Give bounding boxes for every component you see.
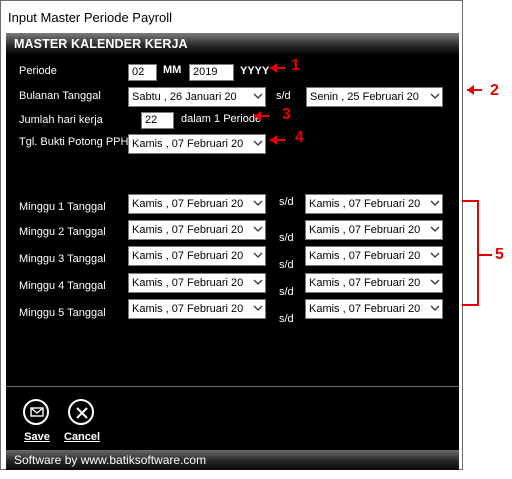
- save-label: Save: [24, 431, 50, 443]
- chevron-down-icon[interactable]: [251, 88, 265, 106]
- week1-label: Minggu 1 Tanggal: [19, 201, 106, 213]
- week1-from-datepicker[interactable]: Kamis , 07 Februari 20: [128, 194, 266, 214]
- periode-month-unit: MM: [163, 64, 182, 76]
- jumlah-input[interactable]: 22: [141, 112, 174, 129]
- annotation-arrow-1: [270, 63, 285, 73]
- annotation-4: 4: [295, 129, 304, 146]
- bulanan-sd-label: s/d: [276, 90, 291, 102]
- periode-year-input[interactable]: 2019: [189, 64, 234, 81]
- chevron-down-icon[interactable]: [251, 135, 265, 153]
- week5-from-datepicker[interactable]: Kamis , 07 Februari 20: [128, 299, 266, 319]
- chevron-down-icon[interactable]: [428, 247, 442, 265]
- annotation-5: 5: [495, 246, 504, 263]
- annotation-arrow-3: [254, 111, 269, 121]
- chevron-down-icon[interactable]: [251, 300, 265, 318]
- week2-label: Minggu 2 Tanggal: [19, 226, 106, 238]
- week2-to-datepicker[interactable]: Kamis , 07 Februari 20: [305, 220, 443, 240]
- chevron-down-icon[interactable]: [251, 274, 265, 292]
- chevron-down-icon[interactable]: [428, 274, 442, 292]
- week1-to-value: Kamis , 07 Februari 20: [309, 198, 421, 210]
- periode-month-input[interactable]: 02: [128, 64, 157, 81]
- annotation-1: 1: [291, 57, 300, 74]
- week5-to-datepicker[interactable]: Kamis , 07 Februari 20: [305, 299, 443, 319]
- week3-from-datepicker[interactable]: Kamis , 07 Februari 20: [128, 246, 266, 266]
- bulanan-from-datepicker[interactable]: Sabtu , 26 Januari 20: [128, 87, 266, 107]
- week2-to-value: Kamis , 07 Februari 20: [309, 224, 421, 236]
- week1-from-value: Kamis , 07 Februari 20: [132, 198, 244, 210]
- payroll-window: Input Master Periode Payroll MASTER KALE…: [0, 0, 463, 470]
- week4-to-datepicker[interactable]: Kamis , 07 Februari 20: [305, 273, 443, 293]
- jumlah-label: Jumlah hari kerja: [19, 114, 103, 126]
- cancel-label: Cancel: [64, 431, 101, 443]
- title-bar: Input Master Periode Payroll: [1, 1, 462, 33]
- status-text: Software by www.batiksoftware.com: [14, 453, 207, 467]
- annotation-bracket-5: [462, 200, 492, 306]
- week4-from-datepicker[interactable]: Kamis , 07 Februari 20: [128, 273, 266, 293]
- cancel-button[interactable]: Cancel: [64, 396, 100, 446]
- week3-label: Minggu 3 Tanggal: [19, 253, 106, 265]
- close-icon: [68, 399, 94, 425]
- week2-sd: s/d: [279, 232, 294, 244]
- week4-sd: s/d: [279, 286, 294, 298]
- week5-to-value: Kamis , 07 Februari 20: [309, 303, 421, 315]
- week5-sd: s/d: [279, 313, 294, 325]
- form-area: Periode 02 MM 2019 YYYY Bulanan Tanggal …: [6, 55, 459, 386]
- week1-sd: s/d: [279, 196, 294, 208]
- week5-from-value: Kamis , 07 Februari 20: [132, 303, 244, 315]
- annotation-arrow-4: [270, 135, 285, 145]
- annotation-3: 3: [282, 106, 291, 123]
- chevron-down-icon[interactable]: [428, 88, 442, 106]
- week3-sd: s/d: [279, 259, 294, 271]
- bukti-value: Kamis , 07 Februari 20: [132, 138, 244, 150]
- week5-label: Minggu 5 Tanggal: [19, 307, 106, 319]
- week4-label: Minggu 4 Tanggal: [19, 280, 106, 292]
- periode-year-unit: YYYY: [240, 65, 270, 77]
- chevron-down-icon[interactable]: [428, 195, 442, 213]
- save-button[interactable]: Save: [19, 396, 55, 446]
- week2-from-value: Kamis , 07 Februari 20: [132, 224, 244, 236]
- annotation-2: 2: [490, 82, 499, 99]
- bulanan-to-value: Senin , 25 Februari 20: [310, 91, 419, 103]
- periode-label: Periode: [19, 65, 57, 77]
- bulanan-from-value: Sabtu , 26 Januari 20: [132, 91, 237, 103]
- chevron-down-icon[interactable]: [251, 247, 265, 265]
- week4-to-value: Kamis , 07 Februari 20: [309, 277, 421, 289]
- week3-to-value: Kamis , 07 Februari 20: [309, 250, 421, 262]
- jumlah-suffix: dalam 1 Periode: [181, 113, 262, 125]
- window-title: Input Master Periode Payroll: [8, 10, 173, 25]
- chevron-down-icon[interactable]: [251, 221, 265, 239]
- week2-from-datepicker[interactable]: Kamis , 07 Februari 20: [128, 220, 266, 240]
- bulanan-to-datepicker[interactable]: Senin , 25 Februari 20: [306, 87, 443, 107]
- panel-title: MASTER KALENDER KERJA: [14, 37, 188, 51]
- panel-header: MASTER KALENDER KERJA: [6, 33, 459, 55]
- button-bar: Save Cancel: [6, 386, 459, 451]
- week3-to-datepicker[interactable]: Kamis , 07 Februari 20: [305, 246, 443, 266]
- chevron-down-icon[interactable]: [428, 300, 442, 318]
- week3-from-value: Kamis , 07 Februari 20: [132, 250, 244, 262]
- status-bar: Software by www.batiksoftware.com: [6, 450, 459, 470]
- bukti-datepicker[interactable]: Kamis , 07 Februari 20: [128, 134, 266, 154]
- week1-to-datepicker[interactable]: Kamis , 07 Februari 20: [305, 194, 443, 214]
- envelope-icon: [23, 399, 49, 425]
- annotation-arrow-2: [467, 85, 482, 95]
- bulanan-label: Bulanan Tanggal: [19, 90, 101, 102]
- chevron-down-icon[interactable]: [251, 195, 265, 213]
- week4-from-value: Kamis , 07 Februari 20: [132, 277, 244, 289]
- bukti-label: Tgl. Bukti Potong PPH: [19, 136, 129, 148]
- chevron-down-icon[interactable]: [428, 221, 442, 239]
